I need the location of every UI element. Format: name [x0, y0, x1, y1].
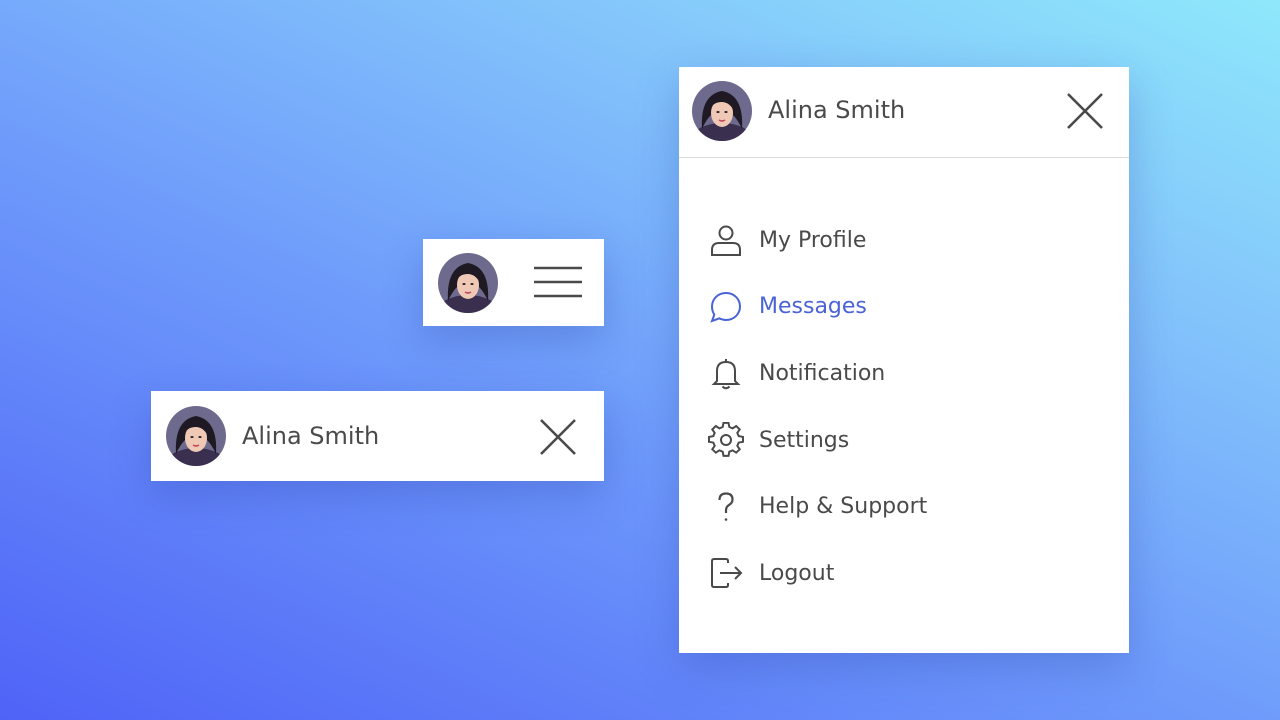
menu-item-messages[interactable]: Messages: [679, 274, 1129, 341]
user-name: Alina Smith: [768, 96, 906, 124]
avatar[interactable]: [166, 406, 226, 466]
menu-list: My Profile Messages Notification Setting…: [679, 207, 1129, 607]
avatar[interactable]: [692, 81, 752, 141]
close-button[interactable]: [1063, 89, 1107, 133]
logout-icon: [708, 555, 744, 591]
question-icon: [708, 489, 744, 525]
user-header-card: Alina Smith: [151, 391, 604, 481]
menu-header: Alina Smith: [679, 67, 1129, 158]
close-icon: [540, 419, 576, 455]
menu-item-label: Logout: [759, 560, 835, 586]
menu-toggle-card: [423, 239, 604, 326]
menu-item-label: Settings: [759, 427, 850, 453]
bell-icon: [708, 355, 744, 391]
hamburger-button[interactable]: [530, 262, 586, 302]
close-button[interactable]: [536, 415, 580, 459]
close-icon: [1067, 93, 1103, 129]
menu-item-label: Messages: [759, 294, 867, 320]
avatar[interactable]: [438, 253, 498, 313]
user-name: Alina Smith: [242, 422, 380, 450]
menu-item-settings[interactable]: Settings: [679, 407, 1129, 474]
gear-icon: [708, 422, 744, 458]
user-icon: [708, 222, 744, 258]
hamburger-icon: [534, 266, 582, 298]
user-menu-panel: Alina Smith My Profile Messages Notifica…: [679, 67, 1129, 653]
menu-item-notification[interactable]: Notification: [679, 340, 1129, 407]
menu-item-label: My Profile: [759, 227, 867, 253]
menu-item-label: Notification: [759, 360, 886, 386]
chat-bubble-icon: [708, 289, 744, 325]
menu-item-my-profile[interactable]: My Profile: [679, 207, 1129, 274]
menu-item-label: Help & Support: [759, 494, 928, 520]
menu-item-help-support[interactable]: Help & Support: [679, 473, 1129, 540]
menu-item-logout[interactable]: Logout: [679, 540, 1129, 607]
